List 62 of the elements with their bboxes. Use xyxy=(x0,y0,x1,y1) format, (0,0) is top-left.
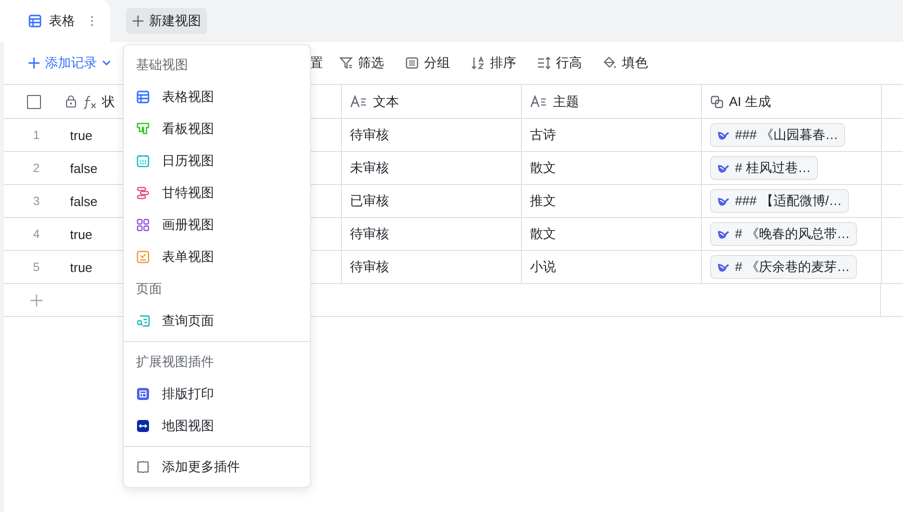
caret-icon xyxy=(102,60,111,66)
table-cell: 未审核 xyxy=(342,152,522,184)
table-cell: 已审核 xyxy=(342,185,522,217)
table-cell: 待审核 xyxy=(342,119,522,151)
table-cell: 古诗 xyxy=(522,119,702,151)
menu-item[interactable]: 表格视图 xyxy=(124,81,310,113)
sort-icon xyxy=(471,56,485,70)
group-icon xyxy=(405,56,419,70)
formula-icon xyxy=(82,94,97,108)
ai-result-tag[interactable]: # 《庆余巷的麦芽… xyxy=(710,255,857,279)
bird-icon xyxy=(717,196,730,206)
row-number: 1 xyxy=(32,127,41,144)
checkbox[interactable] xyxy=(27,94,41,108)
menu-item[interactable]: 地图视图 xyxy=(124,410,310,442)
row-height-icon xyxy=(537,56,551,70)
column-header[interactable]: 主题 xyxy=(522,85,702,118)
linked-squares-icon xyxy=(710,94,724,108)
menu-section-title: 基础视图 xyxy=(135,56,189,74)
filter-icon xyxy=(339,56,353,70)
table-cell: 推文 xyxy=(522,185,702,217)
column-header[interactable]: AI 生成 xyxy=(702,85,882,118)
plus-icon xyxy=(132,15,144,27)
bird-icon xyxy=(717,162,730,174)
menu-section-title: 页面 xyxy=(135,280,163,298)
table-cell: 待审核 xyxy=(342,251,522,283)
bird-icon xyxy=(717,228,730,240)
ai-result-tag[interactable]: ### 《山园暮春… xyxy=(710,123,846,147)
ai-result-tag[interactable]: # 桂风过巷… xyxy=(710,156,818,180)
table-cell: 散文 xyxy=(522,218,702,250)
toolbar-button[interactable]: 行高 xyxy=(537,54,582,72)
row-number: 3 xyxy=(32,193,41,210)
row-number: 2 xyxy=(32,160,41,177)
table-cell: 散文 xyxy=(522,152,702,184)
bird-icon xyxy=(717,130,730,140)
ai-result-tag[interactable]: ### 【适配微博/… xyxy=(710,189,849,213)
text-field-icon xyxy=(350,95,368,108)
row-number: 4 xyxy=(32,226,41,243)
plus-icon xyxy=(28,57,40,69)
text-field-icon xyxy=(530,95,548,108)
menu-item[interactable]: 排版打印 xyxy=(124,378,310,410)
add-row-icon[interactable] xyxy=(30,294,43,306)
menu-item[interactable]: 添加更多插件 xyxy=(124,451,310,483)
toolbar-button[interactable]: 筛选 xyxy=(339,54,384,72)
ai-result-tag[interactable]: # 《晚春的风总带… xyxy=(710,222,857,246)
lock-icon xyxy=(65,95,77,108)
add-record-button[interactable]: 添加记录 xyxy=(28,54,111,72)
table-cell: 小说 xyxy=(522,251,702,283)
view-tab[interactable]: 表格 xyxy=(0,0,110,42)
toolbar-button[interactable]: 置 xyxy=(310,54,323,72)
grid-icon xyxy=(28,14,42,28)
column-header[interactable]: 文本 xyxy=(342,85,522,118)
row-number: 5 xyxy=(32,259,41,276)
menu-item[interactable]: 查询页面 xyxy=(124,305,310,337)
toolbar-button[interactable]: 分组 xyxy=(405,54,450,72)
toolbar-button[interactable]: 排序 xyxy=(471,54,516,72)
bird-icon xyxy=(717,262,730,272)
menu-section-title: 扩展视图插件 xyxy=(135,353,215,371)
toolbar-button[interactable]: 填色 xyxy=(603,54,648,72)
paint-bucket-icon xyxy=(603,56,617,70)
more-icon[interactable] xyxy=(90,15,94,27)
table-cell: 待审核 xyxy=(342,218,522,250)
new-view-button[interactable]: 新建视图 xyxy=(126,8,207,34)
